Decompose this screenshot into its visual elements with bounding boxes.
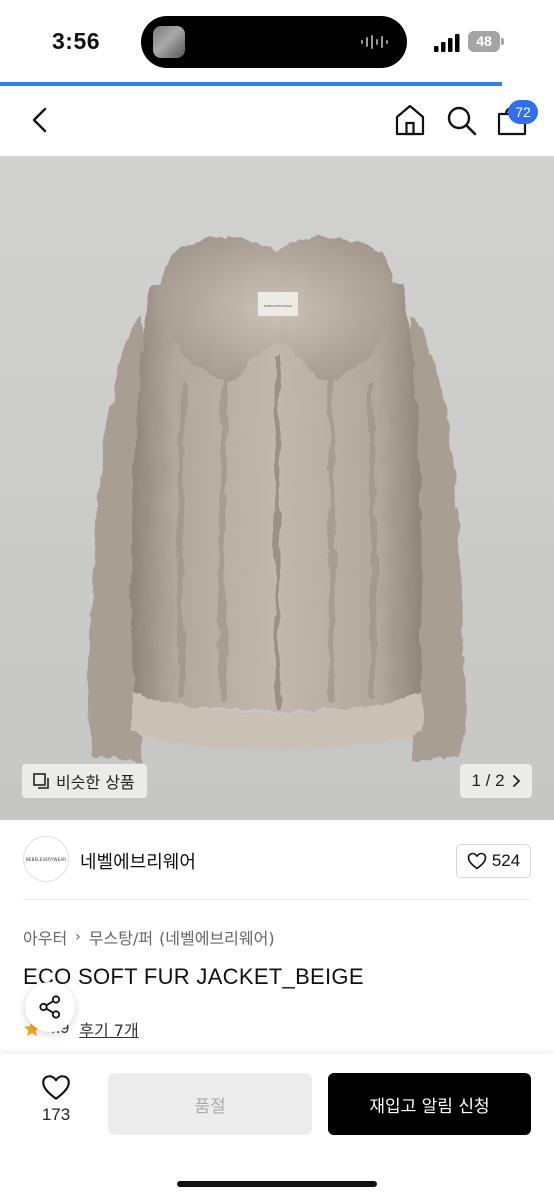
product-image-gallery[interactable]: NEBELEVERYWEAR [0, 156, 554, 820]
battery-icon: 48 [468, 31, 504, 52]
image-pager[interactable]: 1 / 2 [460, 764, 532, 798]
brand-like-count: 524 [491, 851, 521, 870]
brand-row: NEBELEVERYWEAR 네벨에브리웨어 524 [0, 820, 554, 900]
top-nav [0, 86, 554, 156]
audio-wave-icon [361, 35, 388, 49]
similar-products-label: 비슷한 상품 [56, 773, 135, 792]
status-time: 3:56 [52, 28, 101, 54]
restock-alert-button[interactable]: 재입고 알림 신청 [328, 1073, 531, 1135]
battery-level: 48 [468, 31, 500, 52]
heart-icon [42, 1075, 70, 1100]
brand-like-button[interactable]: 524 [456, 844, 531, 878]
similar-products-button[interactable]: 비슷한 상품 [22, 764, 147, 798]
breadcrumb-item[interactable]: 무스탕/퍼 [89, 925, 153, 949]
breadcrumb-item[interactable]: 아우터 [23, 925, 67, 949]
sold-out-button[interactable]: 품절 [108, 1073, 312, 1135]
dynamic-island[interactable] [141, 16, 407, 68]
heart-icon [467, 852, 487, 870]
signal-icon [434, 34, 460, 52]
review-count-link[interactable]: 후기 7개 [79, 1017, 138, 1041]
breadcrumb: 아우터 › 무스탕/퍼 (네벨에브리웨어) [23, 925, 275, 949]
garment-label-text: NEBELEVERYWEAR [264, 304, 292, 308]
image-pager-text: 1 / 2 [471, 771, 505, 790]
chevron-left-icon[interactable] [24, 102, 56, 138]
search-icon[interactable] [444, 102, 478, 138]
wishlist-count: 173 [41, 1105, 71, 1124]
status-bar: 3:56 48 [0, 0, 554, 86]
home-indicator [177, 1181, 377, 1187]
share-icon [39, 995, 61, 1019]
home-icon[interactable] [392, 102, 428, 138]
fur-jacket-image: NEBELEVERYWEAR [88, 237, 466, 761]
brand-name[interactable]: 네벨에브리웨어 [80, 848, 196, 874]
chevron-right-icon: › [75, 929, 81, 945]
brand-logo[interactable]: NEBELEVERYWEAR [23, 836, 69, 882]
chevron-right-icon [512, 775, 520, 787]
share-button[interactable] [25, 982, 75, 1032]
breadcrumb-item[interactable]: (네벨에브리웨어) [159, 925, 275, 949]
divider [23, 899, 531, 900]
now-playing-artwork [153, 26, 185, 58]
product-title: ECO SOFT FUR JACKET_BEIGE [23, 964, 364, 989]
similar-items-icon [33, 773, 49, 789]
wishlist-button[interactable]: 173 [30, 1074, 82, 1125]
cart-count-badge: 72 [508, 100, 538, 124]
purchase-bar: 173 품절 재입고 알림 신청 [0, 1054, 554, 1200]
